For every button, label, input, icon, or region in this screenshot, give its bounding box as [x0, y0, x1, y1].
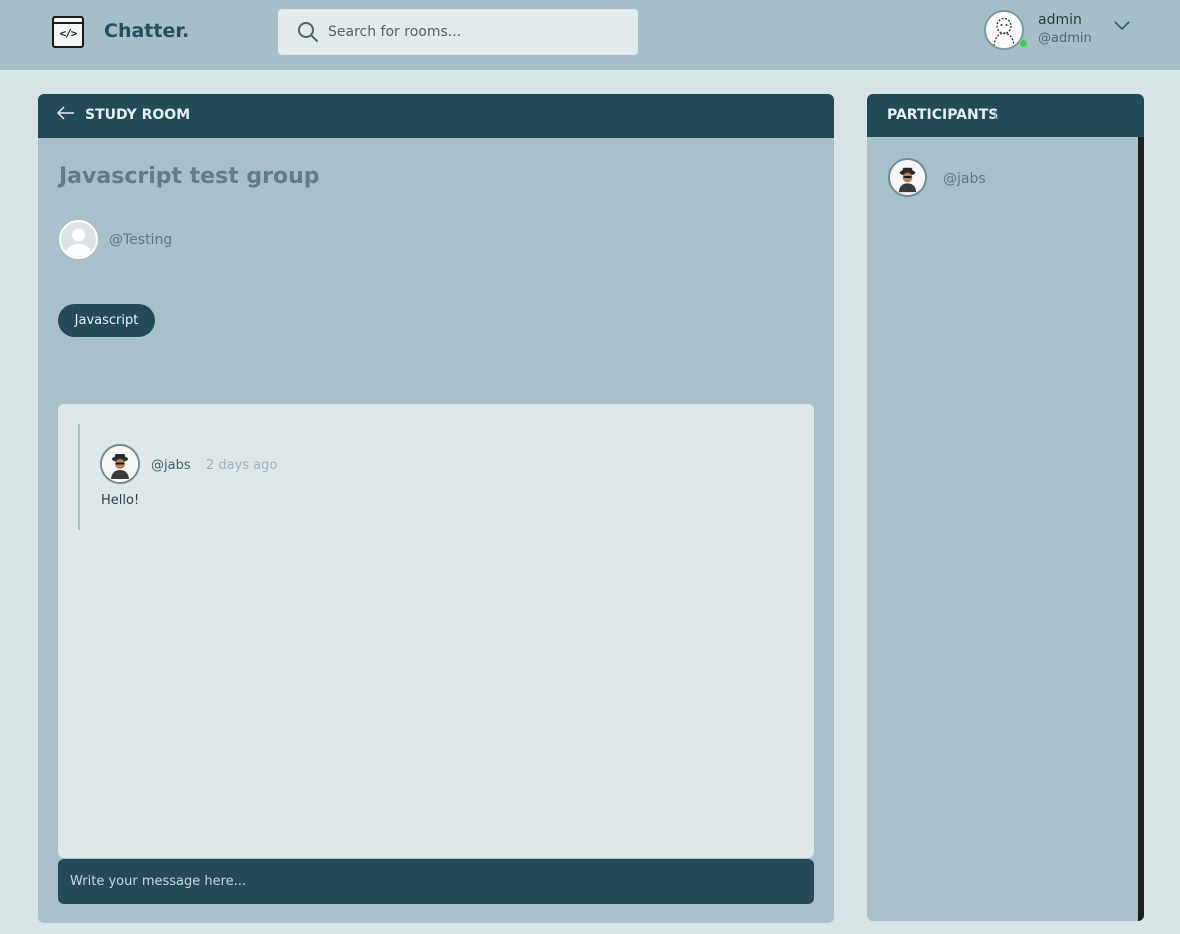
search-bar — [278, 9, 638, 55]
online-status-dot — [1019, 39, 1028, 48]
chevron-down-icon[interactable] — [1113, 19, 1131, 33]
message-avatar[interactable] — [100, 444, 140, 484]
brand-name[interactable]: Chatter. — [104, 20, 189, 42]
message-timestamp: 2 days ago — [206, 458, 278, 473]
message-username[interactable]: @jabs — [151, 458, 191, 473]
participant-username[interactable]: @jabs — [943, 171, 986, 187]
room-panel: STUDY ROOM Javascript test group @Testin… — [38, 94, 834, 923]
participants-title: PARTICIPANTS — [887, 107, 999, 123]
user-avatar[interactable] — [984, 10, 1024, 50]
participants-scrollbar[interactable] — [1138, 137, 1144, 921]
participants-panel: PARTICIPANTS 1 @jabs — [867, 94, 1144, 921]
message-body: Hello! — [101, 493, 140, 508]
room-title: Javascript test group — [59, 164, 320, 189]
message-composer — [58, 859, 814, 904]
room-header-title: STUDY ROOM — [85, 107, 191, 123]
participants-count: 1 — [992, 109, 999, 122]
search-icon — [296, 20, 320, 44]
user-handle: @admin — [1038, 31, 1092, 46]
participant-avatar[interactable] — [888, 158, 927, 197]
thread-divider — [78, 424, 80, 530]
host-avatar[interactable] — [59, 220, 98, 259]
user-name[interactable]: admin — [1038, 12, 1082, 28]
code-logo-icon[interactable]: </> — [52, 16, 84, 48]
message-thread: @jabs 2 days ago Hello! — [58, 404, 814, 858]
room-header: STUDY ROOM — [38, 94, 834, 138]
participants-header: PARTICIPANTS 1 — [867, 94, 1144, 137]
arrow-left-icon[interactable] — [56, 105, 76, 121]
search-input[interactable] — [328, 9, 628, 55]
topic-tag[interactable]: Javascript — [58, 304, 155, 337]
message-input[interactable] — [70, 859, 800, 904]
host-username[interactable]: @Testing — [109, 232, 172, 248]
top-navbar: </> Chatter. admin @admin — [0, 0, 1180, 70]
